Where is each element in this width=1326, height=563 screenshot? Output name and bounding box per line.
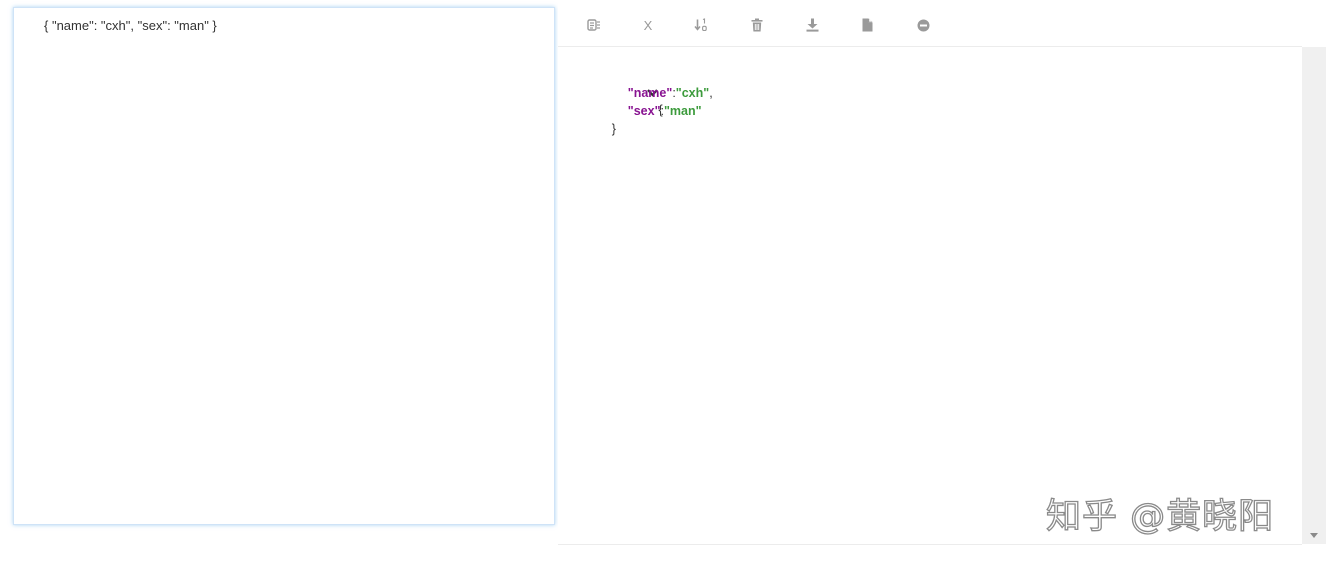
vertical-scrollbar[interactable] xyxy=(1302,47,1326,544)
sort-icon xyxy=(694,18,708,32)
json-string-value: "man" xyxy=(664,104,702,118)
format-icon xyxy=(587,19,601,31)
clear-x-button[interactable]: X xyxy=(637,14,659,36)
sort-button[interactable] xyxy=(690,14,712,36)
json-root-close-line: } xyxy=(584,102,616,156)
format-button[interactable] xyxy=(583,14,605,36)
download-icon xyxy=(806,18,819,32)
json-input-textarea[interactable]: { "name": "cxh", "sex": "man" } xyxy=(14,8,554,524)
json-tool-page: { "name": "cxh", "sex": "man" } X {"nam… xyxy=(0,0,1326,563)
download-button[interactable] xyxy=(801,14,823,36)
close-brace: } xyxy=(611,122,616,136)
x-icon: X xyxy=(643,17,653,33)
scroll-down-arrow-icon[interactable] xyxy=(1302,530,1326,540)
json-viewer-panel: X {"name":"cxh", "sex":"man"} xyxy=(558,0,1326,545)
watermark-text: 知乎 @黄晓阳 xyxy=(1045,496,1275,537)
collapse-all-button[interactable] xyxy=(912,14,934,36)
delete-button[interactable] xyxy=(746,14,768,36)
json-key: "sex" xyxy=(627,104,661,118)
file-icon xyxy=(862,18,873,32)
json-input-panel: { "name": "cxh", "sex": "man" } xyxy=(13,7,555,525)
file-button[interactable] xyxy=(856,14,878,36)
json-comma: , xyxy=(709,86,713,100)
trash-icon xyxy=(751,18,763,32)
viewer-toolbar: X xyxy=(558,0,1302,47)
json-tree-view: { "name":"cxh", "sex":"man" } xyxy=(558,47,1302,545)
minus-circle-icon xyxy=(917,19,930,32)
